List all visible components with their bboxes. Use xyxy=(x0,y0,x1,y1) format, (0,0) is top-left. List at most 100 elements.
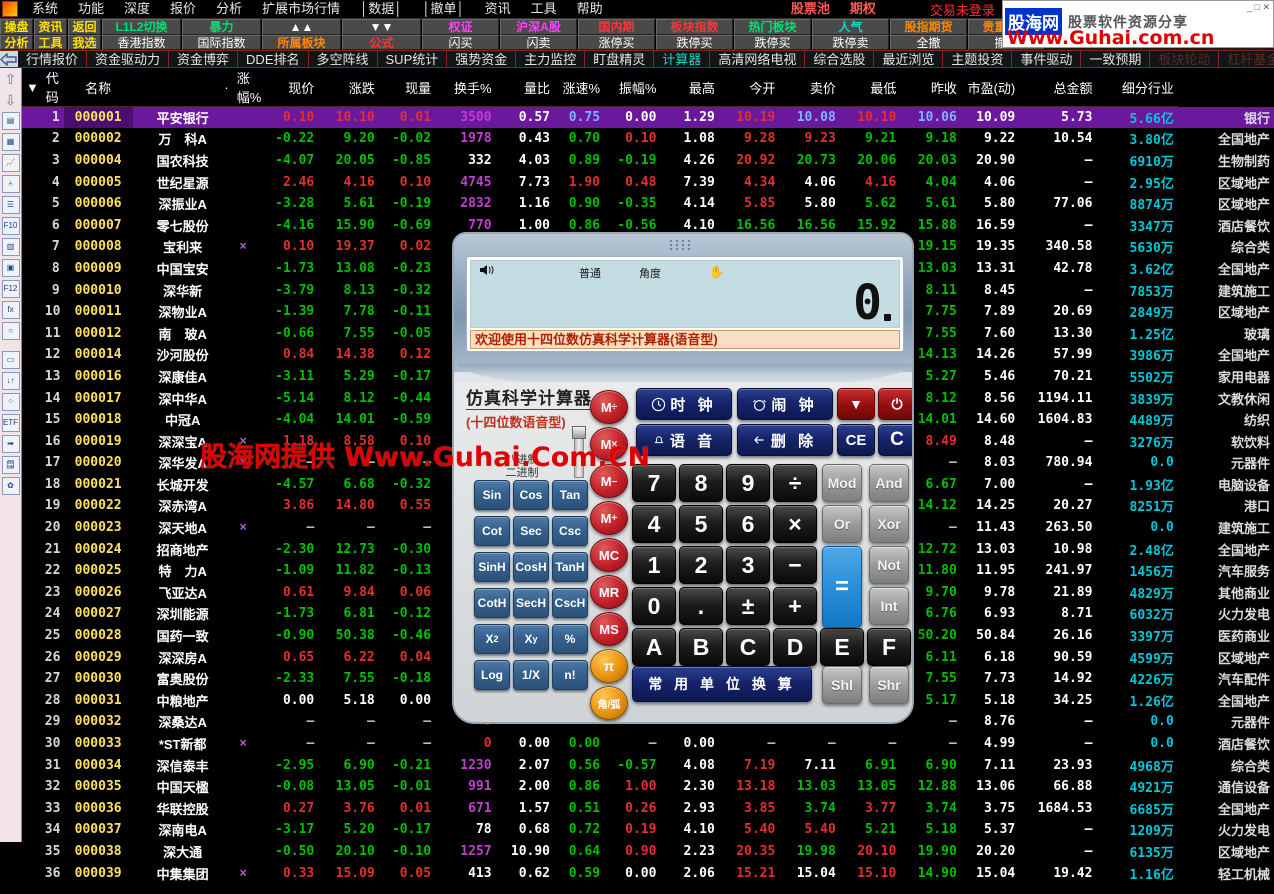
int-button[interactable]: Int xyxy=(869,587,909,625)
tab-杠杆基金[interactable]: 杠杆基金 xyxy=(1219,51,1274,67)
ce-button[interactable]: CE xyxy=(837,424,875,456)
key-B[interactable]: B xyxy=(679,628,723,666)
window-controls[interactable]: _ □ ✕ xyxy=(1247,2,1270,13)
memory-button-M[interactable]: M – xyxy=(590,464,628,498)
toolbar-btn-top-12[interactable]: 人气 xyxy=(812,19,889,35)
key-±[interactable]: ± xyxy=(726,587,770,625)
key-6[interactable]: 6 xyxy=(726,505,770,543)
table-row[interactable]: 5 000006 深振业A -3.28 5.61 -0.19 2832 1.16 0.90 -0.… xyxy=(22,193,1274,215)
toolbar-btn-bottom-3[interactable]: 香港指数 xyxy=(102,34,181,50)
key-+[interactable]: + xyxy=(773,587,817,625)
key-×[interactable]: × xyxy=(773,505,817,543)
chevron-down-button[interactable]: ▼ xyxy=(837,388,875,420)
memory-button-MR[interactable]: MR xyxy=(590,575,628,609)
tab-盯盘精灵[interactable]: 盯盘精灵 xyxy=(585,51,655,67)
key-4[interactable]: 4 xyxy=(632,505,676,543)
key-F[interactable]: F xyxy=(867,628,911,666)
col-header-3[interactable]: · xyxy=(132,68,233,107)
key-D[interactable]: D xyxy=(773,628,817,666)
toolbar-btn-bottom-2[interactable]: 我选 xyxy=(68,34,101,50)
table-row[interactable]: 33 000036 华联控股 0.27 3.76 0.01 671 1.57 0.51 0.26 2… xyxy=(22,798,1274,820)
block-icon[interactable]: ▥ xyxy=(1,238,20,256)
shl-button[interactable]: Shl xyxy=(822,666,862,704)
radix-slider-knob[interactable] xyxy=(572,426,586,439)
toolbar-btn-bottom-12[interactable]: 跌停卖 xyxy=(812,34,889,50)
sci-button-SecH[interactable]: SecH xyxy=(513,588,549,618)
circle-icon[interactable]: ○ xyxy=(1,322,20,340)
menu-item-10[interactable]: 帮助 xyxy=(567,0,613,18)
tab-资金驱动力[interactable]: 资金驱动力 xyxy=(87,51,170,67)
toolbar-btn-bottom-5[interactable]: 所属板块 xyxy=(262,34,341,50)
menu-item-8[interactable]: 资讯 xyxy=(475,0,521,18)
radix-option-oct[interactable]: 八进制 xyxy=(474,454,570,467)
tab-多空阵线[interactable]: 多空阵线 xyxy=(308,51,378,67)
list-icon[interactable]: ☰ xyxy=(1,196,20,214)
print-icon[interactable]: 🗒 xyxy=(1,456,20,474)
shr-button[interactable]: Shr xyxy=(869,666,909,704)
tab-资金博弈[interactable]: 资金博弈 xyxy=(169,51,239,67)
menu-items[interactable]: 系统 功能 深度 报价 分析 扩展市场行情 │数据│ │撤单│ 资讯 工具 帮助 xyxy=(22,0,613,18)
menu-item-3[interactable]: 报价 xyxy=(160,0,206,18)
toolbar-btn-bottom-8[interactable]: 闪卖 xyxy=(500,34,577,50)
sci-button-TanH[interactable]: TanH xyxy=(552,552,588,582)
sci-button-[interactable]: % xyxy=(552,624,588,654)
toolbar-group-4[interactable]: 暴力 国际指数 xyxy=(182,19,262,50)
toolbar-btn-top-9[interactable]: 国内期 xyxy=(578,19,655,35)
tab-高清网络电视[interactable]: 高清网络电视 xyxy=(710,51,806,67)
key-5[interactable]: 5 xyxy=(679,505,723,543)
key-.[interactable]: . xyxy=(679,587,723,625)
and-button[interactable]: And xyxy=(869,464,909,502)
arrow-down-icon[interactable]: ⇩ xyxy=(2,91,20,109)
tab-计算器[interactable]: 计算器 xyxy=(654,51,711,67)
toolbar-group-8[interactable]: 沪深A股 闪卖 xyxy=(500,19,578,50)
table-row[interactable]: 34 000037 深南电A -3.17 5.20 -0.17 78 0.68 0.72 0.19… xyxy=(22,819,1274,841)
toolbar-group-2[interactable]: 返回 我选 xyxy=(68,19,102,50)
menu-item-1[interactable]: 功能 xyxy=(68,0,114,18)
inout-icon[interactable]: ↓↑ xyxy=(1,372,20,390)
tab-DDE排名[interactable]: DDE排名 xyxy=(238,51,309,67)
sci-button-Sec[interactable]: Sec xyxy=(513,516,549,546)
toolbar-btn-top-10[interactable]: 板块指数 xyxy=(656,19,733,35)
menu-item-5[interactable]: 扩展市场行情 xyxy=(252,0,350,18)
key-−[interactable]: − xyxy=(773,546,817,584)
toolbar-btn-bottom-11[interactable]: 跌停买 xyxy=(734,34,811,50)
xor-button[interactable]: Xor xyxy=(869,505,909,543)
key-8[interactable]: 8 xyxy=(679,464,723,502)
sci-button-n[interactable]: n! xyxy=(552,660,588,690)
toolbar-group-3[interactable]: L1L2切换 香港指数 xyxy=(102,19,182,50)
toolbar-btn-top-7[interactable]: 权证 xyxy=(422,19,499,35)
toolbar-btn-top-4[interactable]: 暴力 xyxy=(182,19,261,35)
table-row[interactable]: 3 000004 国农科技 -4.07 20.05 -0.85 332 4.03 0.89 -0.… xyxy=(22,150,1274,172)
radix-selector[interactable]: 十进制 十六进制 八进制 二进制 xyxy=(474,426,604,480)
col-header-0[interactable]: ▼ xyxy=(22,68,41,107)
col-header-2[interactable]: 名称 xyxy=(63,68,133,107)
toolbar-btn-top-1[interactable]: 资讯 xyxy=(34,19,67,35)
sci-button-Csc[interactable]: Csc xyxy=(552,516,588,546)
table-row[interactable]: 31 000034 深信泰丰 -2.95 6.90 -0.21 1230 2.07 0.56 -0… xyxy=(22,754,1274,776)
tab-主题投资[interactable]: 主题投资 xyxy=(943,51,1013,67)
toolbar-group-1[interactable]: 资讯 工具 xyxy=(34,19,68,50)
col-header-15[interactable]: 最低 xyxy=(839,68,901,107)
key-E[interactable]: E xyxy=(820,628,864,666)
toolbar-btn-bottom-9[interactable]: 涨停买 xyxy=(578,34,655,50)
menu-item-4[interactable]: 分析 xyxy=(206,0,252,18)
gear-icon[interactable]: ✿ xyxy=(1,477,20,495)
key-1[interactable]: 1 xyxy=(632,546,676,584)
etf-icon[interactable]: ETF xyxy=(1,414,20,432)
power-button[interactable]: ⏻ xyxy=(878,388,912,420)
pi-button[interactable]: π xyxy=(590,649,628,683)
toolbar-group-12[interactable]: 人气 跌停卖 xyxy=(812,19,890,50)
table-row[interactable]: 35 000038 深大通 -0.50 20.10 -0.10 1257 10.90 0.64 0… xyxy=(22,841,1274,863)
alarm-button[interactable]: 闹 钟 xyxy=(737,388,833,420)
tab-综合选股[interactable]: 综合选股 xyxy=(805,51,875,67)
memory-button-MC[interactable]: MC xyxy=(590,538,628,572)
tab-行情报价[interactable]: 行情报价 xyxy=(18,51,88,67)
toolbar-btn-top-0[interactable]: 操盘 xyxy=(0,19,33,35)
col-header-10[interactable]: 涨速% xyxy=(554,68,605,107)
col-header-18[interactable]: 总金额 xyxy=(1019,68,1097,107)
folder-icon[interactable]: ▭ xyxy=(1,351,20,369)
voice-button[interactable]: 语 音 xyxy=(636,424,732,456)
toolbar-btn-bottom-6[interactable]: 公式 xyxy=(342,34,421,50)
deg-rad-button[interactable]: 角/弧 xyxy=(590,686,628,720)
key-9[interactable]: 9 xyxy=(726,464,770,502)
